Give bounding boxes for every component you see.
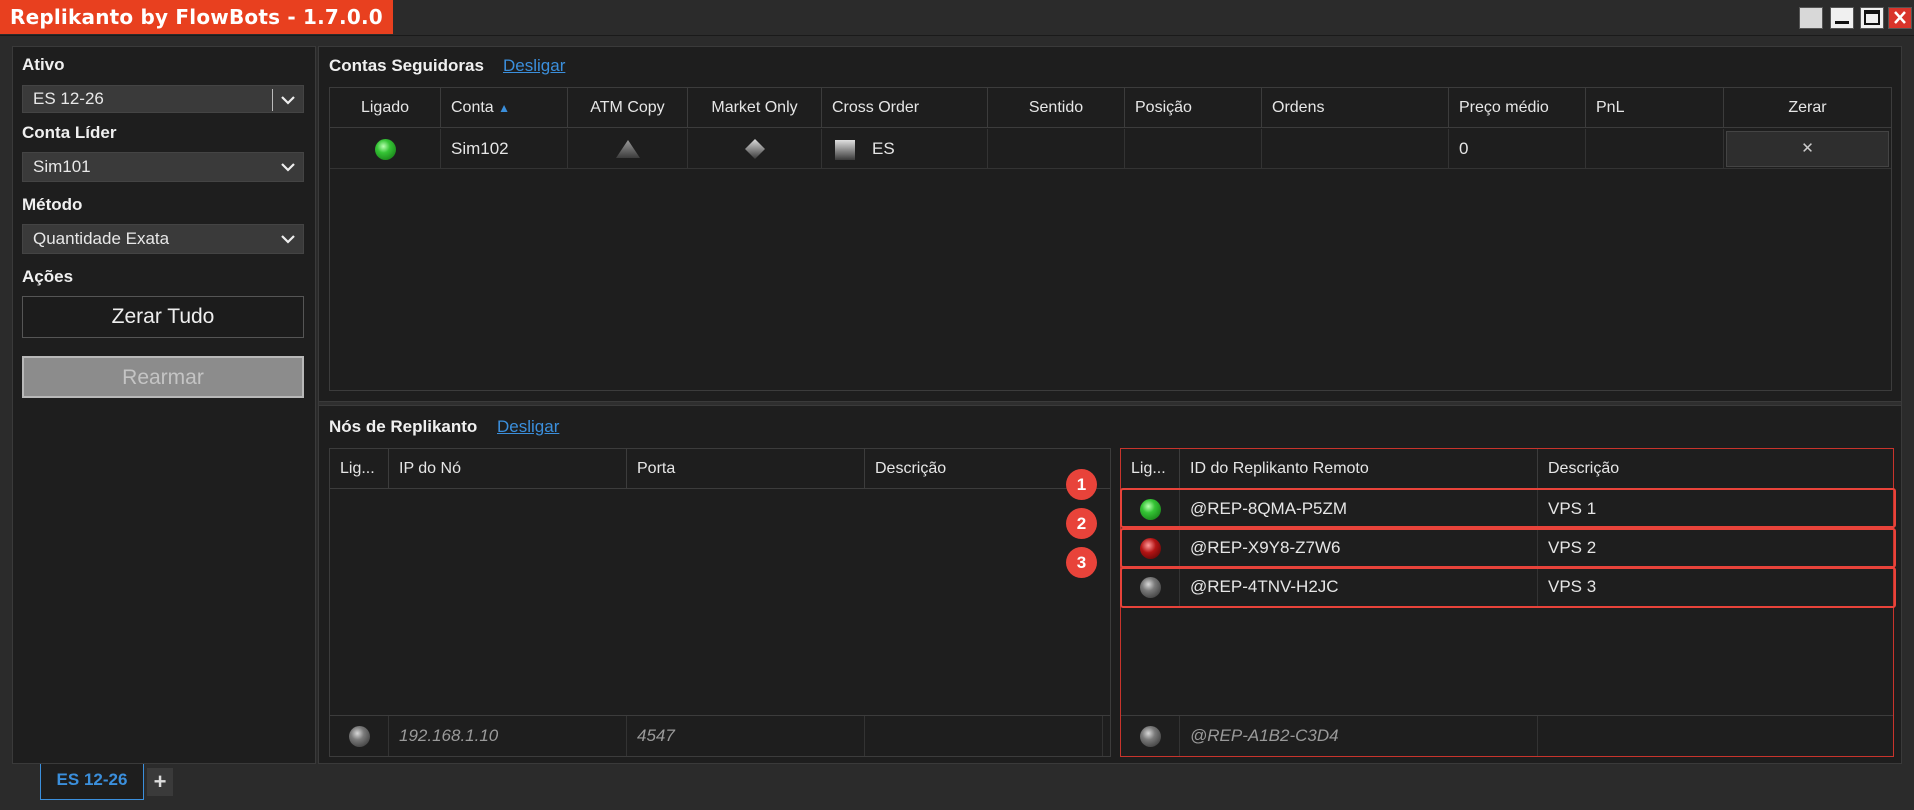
- nodes-title: Nós de Replikanto: [329, 417, 478, 436]
- col-sentido[interactable]: Sentido: [988, 88, 1125, 128]
- rearmar-button[interactable]: Rearmar: [22, 356, 304, 398]
- col-pnl[interactable]: PnL: [1586, 88, 1724, 128]
- conta-lider-label: Conta Líder: [22, 123, 117, 142]
- metodo-value: Quantidade Exata: [33, 229, 170, 248]
- followers-table: Ligado Conta ▲ ATM Copy Market Only Cros…: [329, 87, 1892, 391]
- maximize-button[interactable]: [1860, 7, 1884, 29]
- sort-ascending-icon: ▲: [498, 101, 511, 115]
- col-ip[interactable]: IP do Nó: [389, 449, 627, 489]
- col-zerar[interactable]: Zerar: [1724, 88, 1891, 128]
- new-node-port-input[interactable]: 4547: [627, 716, 865, 756]
- chevron-down-icon: [281, 96, 295, 105]
- col-ordens[interactable]: Ordens: [1262, 88, 1449, 128]
- highlight-box-1: [1120, 488, 1896, 528]
- col-conta[interactable]: Conta ▲: [441, 88, 568, 128]
- maximize-icon: [1864, 10, 1880, 25]
- window-extra-button[interactable]: [1799, 7, 1823, 29]
- col-remote-descricao[interactable]: Descrição: [1538, 449, 1893, 489]
- local-nodes-table: Lig... IP do Nó Porta Descrição 192.168.…: [329, 448, 1111, 757]
- status-led-gray-icon[interactable]: [349, 726, 370, 747]
- new-remote-status: [1121, 716, 1180, 756]
- col-conta-label: Conta: [451, 99, 494, 116]
- select-separator: [272, 89, 273, 111]
- callout-badge-2: 2: [1066, 508, 1097, 539]
- col-porta[interactable]: Porta: [627, 449, 865, 489]
- main-panel: Contas Seguidoras Desligar Ligado Conta …: [318, 46, 1902, 764]
- cell-market-only[interactable]: [688, 129, 822, 169]
- new-node-ip-input[interactable]: 192.168.1.10: [389, 716, 627, 756]
- followers-desligar-link[interactable]: Desligar: [503, 56, 565, 76]
- col-lig[interactable]: Lig...: [330, 449, 389, 489]
- conta-lider-select[interactable]: Sim101: [22, 152, 304, 182]
- new-node-row[interactable]: 192.168.1.10 4547: [330, 715, 1110, 756]
- status-led-green-icon[interactable]: [375, 139, 396, 160]
- cell-ordens: [1262, 129, 1449, 169]
- col-atm-copy[interactable]: ATM Copy: [568, 88, 688, 128]
- highlight-box-2: [1120, 528, 1896, 568]
- window-title: Replikanto by FlowBots - 1.7.0.0: [0, 0, 393, 34]
- followers-title: Contas Seguidoras: [329, 56, 484, 75]
- close-icon: [1894, 11, 1906, 24]
- metodo-select[interactable]: Quantidade Exata: [22, 224, 304, 254]
- minimize-icon: [1835, 21, 1849, 24]
- cell-conta: Sim102: [441, 129, 568, 169]
- col-preco-medio[interactable]: Preço médio: [1449, 88, 1586, 128]
- cell-zerar: ✕: [1724, 129, 1891, 169]
- col-posicao[interactable]: Posição: [1125, 88, 1262, 128]
- zerar-tudo-button[interactable]: Zerar Tudo: [22, 296, 304, 338]
- nodes-desligar-link[interactable]: Desligar: [497, 417, 559, 437]
- cell-sentido: [988, 129, 1125, 169]
- panel-splitter[interactable]: [319, 401, 1901, 406]
- callout-badge-3: 3: [1066, 547, 1097, 578]
- col-market-only[interactable]: Market Only: [688, 88, 822, 128]
- new-remote-description-input[interactable]: [1538, 716, 1893, 756]
- cell-pnl: [1586, 129, 1724, 169]
- chevron-down-icon: [281, 163, 295, 172]
- cell-posicao: [1125, 129, 1262, 169]
- new-node-description-input[interactable]: [865, 716, 1103, 756]
- remote-nodes-header: Lig... ID do Replikanto Remoto Descrição: [1121, 449, 1893, 489]
- new-node-status: [330, 716, 389, 756]
- new-remote-row[interactable]: @REP-A1B2-C3D4: [1121, 715, 1893, 756]
- highlight-box-3: [1120, 567, 1896, 608]
- status-led-gray-icon[interactable]: [1140, 726, 1161, 747]
- cross-order-value: ES: [872, 139, 895, 158]
- col-ligado[interactable]: Ligado: [330, 88, 441, 128]
- follower-row[interactable]: Sim102 ES 0 ✕: [330, 129, 1891, 169]
- minimize-button[interactable]: [1830, 7, 1854, 29]
- local-nodes-header: Lig... IP do Nó Porta Descrição: [330, 449, 1110, 489]
- close-button[interactable]: [1888, 7, 1912, 29]
- metodo-label: Método: [22, 195, 83, 214]
- add-tab-button[interactable]: +: [147, 768, 173, 796]
- col-cross-order[interactable]: Cross Order: [822, 88, 988, 128]
- acoes-label: Ações: [22, 267, 74, 286]
- followers-header: Ligado Conta ▲ ATM Copy Market Only Cros…: [330, 88, 1891, 128]
- tab-es-12-26[interactable]: ES 12-26: [40, 764, 144, 800]
- ativo-label: Ativo: [22, 55, 65, 74]
- market-only-diamond-icon[interactable]: [743, 137, 767, 161]
- cell-preco-medio: 0: [1449, 129, 1586, 169]
- settings-sidebar: Ativo ES 12-26 Conta Líder Sim101 Método…: [12, 46, 316, 764]
- new-remote-id-input[interactable]: @REP-A1B2-C3D4: [1180, 716, 1538, 756]
- col-lig-remote[interactable]: Lig...: [1121, 449, 1180, 489]
- chevron-down-icon: [281, 235, 295, 244]
- ativo-select[interactable]: ES 12-26: [22, 85, 304, 113]
- callout-badge-1: 1: [1066, 469, 1097, 500]
- cell-atm-copy[interactable]: [568, 129, 688, 169]
- ativo-value: ES 12-26: [33, 89, 104, 108]
- instrument-tab-bar: ES 12-26 +: [0, 764, 1914, 810]
- cell-cross-order[interactable]: ES: [822, 129, 988, 169]
- cross-order-square-icon[interactable]: [834, 139, 856, 161]
- cell-ligado[interactable]: [330, 129, 441, 169]
- title-bar: Replikanto by FlowBots - 1.7.0.0: [0, 0, 1914, 36]
- atm-copy-triangle-icon[interactable]: [614, 138, 642, 160]
- app-window: Replikanto by FlowBots - 1.7.0.0 Ativo E…: [0, 0, 1914, 810]
- zerar-row-button[interactable]: ✕: [1726, 131, 1889, 167]
- conta-lider-value: Sim101: [33, 157, 91, 176]
- col-remote-id[interactable]: ID do Replikanto Remoto: [1180, 449, 1538, 489]
